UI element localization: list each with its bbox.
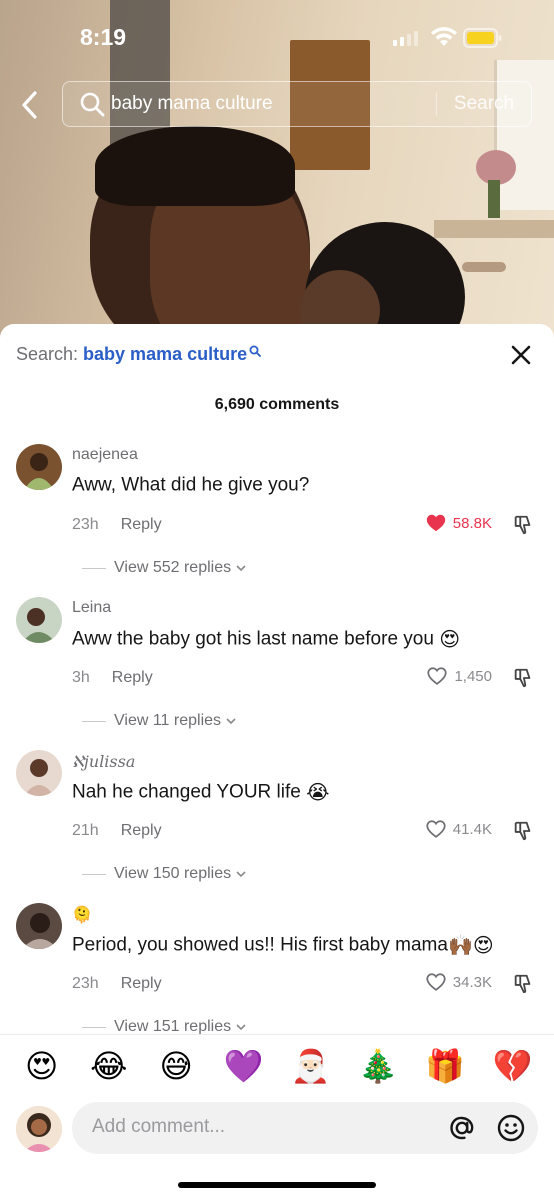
emoji-heart-eyes[interactable]: 😍 <box>20 1047 64 1085</box>
heart-filled-icon <box>426 514 445 532</box>
battery-icon <box>463 28 502 48</box>
related-search[interactable]: Search: baby mama culture <box>16 344 262 365</box>
comment-input[interactable]: Add comment... <box>72 1102 538 1154</box>
reply-button[interactable]: Reply <box>112 669 153 686</box>
chevron-down-icon <box>236 1024 246 1031</box>
my-avatar[interactable] <box>16 1106 62 1152</box>
comment-text: Aww, What did he give you? <box>72 474 310 496</box>
search-icon <box>80 92 105 117</box>
comment-count: 6,690 comments <box>214 396 340 413</box>
status-bar: 8:19 <box>0 0 554 72</box>
like-count: 34.3K <box>452 973 492 991</box>
emoji-broken-heart[interactable]: 💔 <box>490 1047 534 1085</box>
emoji-purple-heart[interactable]: 💜 <box>221 1047 265 1085</box>
avatar[interactable] <box>16 750 62 796</box>
heart-outline-icon <box>427 667 448 685</box>
emoji-joy[interactable]: 😂 <box>87 1047 131 1085</box>
home-indicator <box>178 1182 376 1188</box>
view-replies[interactable]: View 552 replies <box>82 559 247 577</box>
comment-time: 21h <box>72 822 99 839</box>
view-replies[interactable]: View 11 replies <box>82 712 237 730</box>
thumbs-down-icon[interactable] <box>512 514 534 536</box>
like-button[interactable]: 58.8K <box>425 512 492 534</box>
comment-text: Period, you showed us!! His first baby m… <box>72 934 494 957</box>
emoji-sweat-smile[interactable]: 😅 <box>154 1047 198 1085</box>
related-search-prefix: Search: <box>16 344 84 364</box>
comment-username[interactable]: 🫠 <box>72 905 92 925</box>
mention-icon[interactable] <box>447 1113 477 1143</box>
view-replies[interactable]: View 150 replies <box>82 865 247 883</box>
search-bar[interactable]: baby mama culture Search <box>62 81 532 127</box>
reply-button[interactable]: Reply <box>121 975 162 992</box>
comment-time: 3h <box>72 669 90 686</box>
thumbs-down-icon[interactable] <box>512 667 534 689</box>
emoji-quick-bar: 😍 😂 😅 💜 🎅🏻 🎄 🎁 💔 <box>0 1034 554 1096</box>
like-count: 41.4K <box>452 820 492 838</box>
comment-text: Nah he changed YOUR life 😭 <box>72 781 330 804</box>
comment-meta: 3h Reply <box>72 669 153 687</box>
heart-outline-icon <box>426 820 446 838</box>
comment-meta: 23h Reply <box>72 516 162 534</box>
emoji-picker-icon[interactable] <box>496 1113 526 1143</box>
comment-item: Leina Aww the baby got his last name bef… <box>0 597 554 747</box>
heart-outline-icon <box>426 973 446 991</box>
thumbs-down-icon[interactable] <box>512 820 534 842</box>
search-button[interactable]: Search <box>437 93 531 115</box>
comment-username[interactable]: Leina <box>72 599 111 617</box>
like-count: 1,450 <box>454 667 492 685</box>
comment-meta: 23h Reply <box>72 975 162 993</box>
like-button[interactable]: 34.3K <box>425 971 492 993</box>
comment-username[interactable]: naejenea <box>72 446 138 464</box>
like-button[interactable]: 1,450 <box>426 665 492 687</box>
comment-time: 23h <box>72 975 99 992</box>
reply-button[interactable]: Reply <box>121 516 162 533</box>
emoji-gift[interactable]: 🎁 <box>423 1047 467 1085</box>
comment-text: Aww the baby got his last name before yo… <box>72 628 461 651</box>
chevron-down-icon <box>226 718 236 725</box>
chevron-down-icon <box>236 565 246 572</box>
comment-item: 🫠 Period, you showed us!! His first baby… <box>0 903 554 1053</box>
avatar[interactable] <box>16 444 62 490</box>
cellular-signal-icon <box>393 30 418 46</box>
comment-time: 23h <box>72 516 99 533</box>
back-arrow-icon[interactable] <box>18 90 42 120</box>
avatar[interactable] <box>16 597 62 643</box>
emoji-christmas-tree[interactable]: 🎄 <box>356 1047 400 1085</box>
thumbs-down-icon[interactable] <box>512 973 534 995</box>
comment-meta: 21h Reply <box>72 822 162 840</box>
comment-composer: Add comment... <box>0 1096 554 1200</box>
search-query[interactable]: baby mama culture <box>111 93 436 115</box>
search-icon <box>249 345 262 357</box>
wifi-icon <box>431 27 457 46</box>
like-count: 58.8K <box>452 514 492 532</box>
status-time: 8:19 <box>80 24 127 50</box>
reply-button[interactable]: Reply <box>121 822 162 839</box>
avatar[interactable] <box>16 903 62 949</box>
emoji-santa[interactable]: 🎅🏻 <box>289 1047 333 1085</box>
close-icon[interactable] <box>510 344 532 366</box>
chevron-down-icon <box>236 871 246 878</box>
comment-placeholder: Add comment... <box>92 1116 226 1137</box>
comment-username[interactable]: ℵjulissa <box>72 752 135 771</box>
comment-item: naejenea Aww, What did he give you? 23h R… <box>0 444 554 594</box>
related-search-term[interactable]: baby mama culture <box>83 344 247 364</box>
like-button[interactable]: 41.4K <box>425 818 492 840</box>
comment-item: ℵjulissa Nah he changed YOUR life 😭 21h R… <box>0 750 554 900</box>
